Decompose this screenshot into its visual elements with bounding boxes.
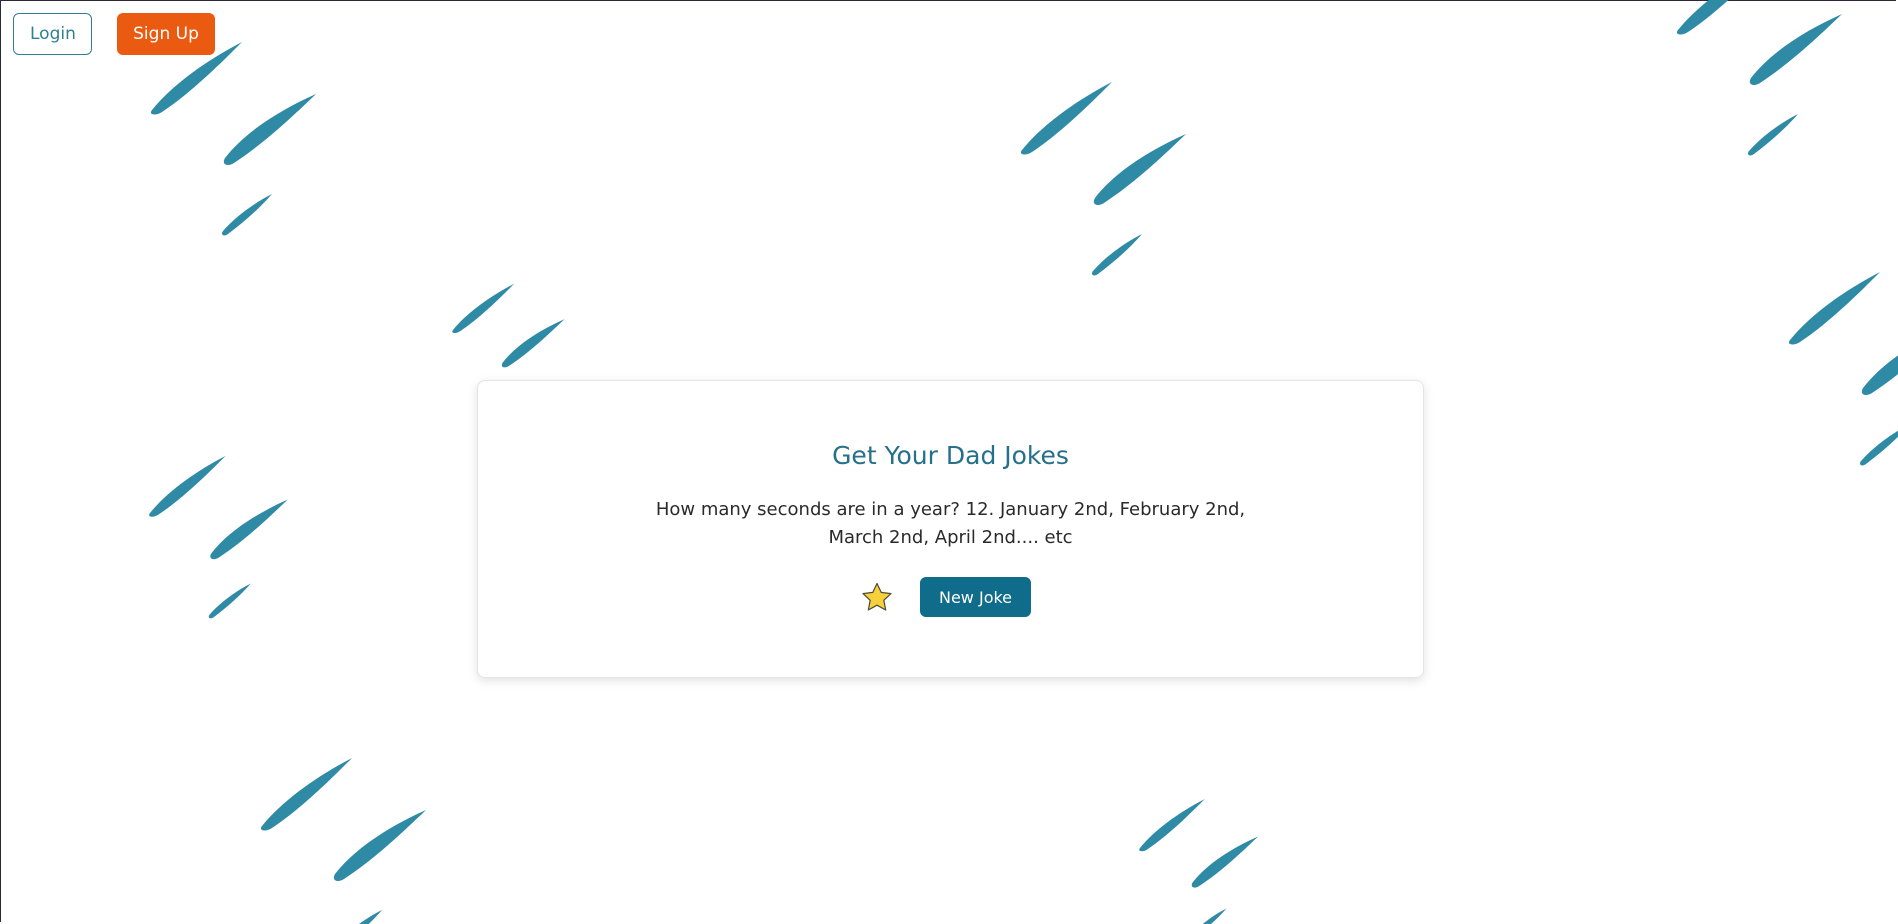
top-nav: Login Sign Up	[13, 13, 215, 55]
new-joke-button[interactable]: New Joke	[920, 577, 1031, 617]
joke-text: How many seconds are in a year? 12. Janu…	[655, 499, 1246, 548]
login-button[interactable]: Login	[13, 13, 92, 55]
favorite-button[interactable]	[856, 577, 898, 617]
signup-button[interactable]: Sign Up	[117, 13, 215, 55]
joke-actions: New Joke	[478, 577, 1423, 617]
card-title: Get Your Dad Jokes	[832, 441, 1069, 470]
joke-card: Get Your Dad Jokes How many seconds are …	[477, 380, 1424, 678]
star-icon	[862, 582, 892, 611]
